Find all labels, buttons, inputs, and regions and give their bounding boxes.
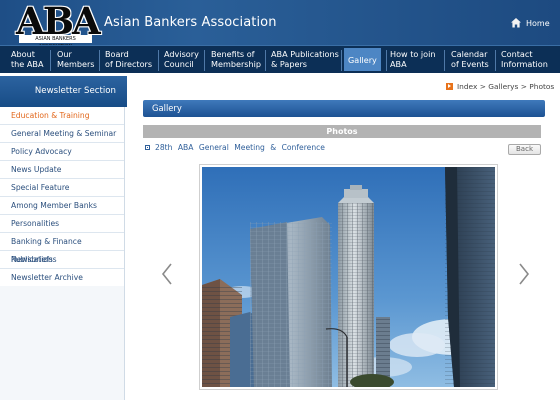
nav-label: the ABA xyxy=(11,59,44,69)
nav-label: Calendar xyxy=(451,49,488,59)
nav-divider xyxy=(386,50,387,71)
nav-item-contact[interactable]: Contact Information xyxy=(501,49,548,69)
sidebar-menu: Education & Training General Meeting & S… xyxy=(0,107,124,287)
nav-label: ABA Publications xyxy=(271,49,339,59)
nav-label: ABA xyxy=(390,59,407,69)
nav-label: Board xyxy=(105,49,129,59)
nav-label: About xyxy=(11,49,35,59)
bullet-icon xyxy=(145,145,150,150)
nav-item-benefits[interactable]: Benefits of Membership xyxy=(211,49,261,69)
nav-divider xyxy=(341,50,342,71)
nav-divider xyxy=(265,50,266,71)
nav-divider xyxy=(50,50,51,71)
sidebar-item-education[interactable]: Education & Training xyxy=(0,107,124,125)
nav-label: Members xyxy=(57,59,95,69)
nav-label: Information xyxy=(501,59,548,69)
nav-item-publications[interactable]: ABA Publications & Papers xyxy=(271,49,339,69)
home-icon xyxy=(511,18,521,28)
nav-label: Our xyxy=(57,49,72,59)
nav-item-gallery[interactable]: Gallery xyxy=(344,48,381,71)
album-link[interactable]: 28th ABA General Meeting & Conference xyxy=(145,143,325,152)
nav-label: & Papers xyxy=(271,59,308,69)
main-nav: About the ABA Our Members Board of Director… xyxy=(0,45,560,73)
nav-label: Benefits of xyxy=(211,49,255,59)
nav-divider xyxy=(99,50,100,71)
back-button[interactable]: Back xyxy=(508,144,541,155)
sidebar-item-news[interactable]: News Update xyxy=(0,161,124,179)
nav-label: Council xyxy=(164,59,194,69)
sidebar-background xyxy=(0,286,124,400)
logo-tagline: ASIAN BANKERS ASSOCIATION xyxy=(19,35,92,50)
breadcrumb: Index > Gallerys > Photos xyxy=(446,80,554,92)
nav-divider xyxy=(444,50,445,71)
site-title: Asian Bankers Association xyxy=(104,15,277,30)
home-label: Home xyxy=(526,18,550,28)
nav-item-about[interactable]: About the ABA xyxy=(11,49,43,69)
photos-title-bar: Photos xyxy=(143,125,541,138)
nav-item-join[interactable]: How to join ABA xyxy=(390,49,436,69)
nav-label: of Directors xyxy=(105,59,153,69)
nav-label: Contact xyxy=(501,49,533,59)
sidebar-item-general-meeting[interactable]: General Meeting & Seminar xyxy=(0,125,124,143)
nav-label: Advisory xyxy=(164,49,199,59)
sidebar-heading: Newsletter Section xyxy=(0,76,127,107)
photo-frame xyxy=(199,164,498,390)
sidebar-item-policy[interactable]: Policy Advocacy xyxy=(0,143,124,161)
chevron-right-icon[interactable] xyxy=(517,262,531,286)
nav-divider xyxy=(204,50,205,71)
nav-label: Gallery xyxy=(348,55,377,65)
home-link[interactable]: Home xyxy=(510,17,550,29)
sidebar-item-archive[interactable]: Newsletter Archive xyxy=(0,269,124,287)
nav-label: How to join xyxy=(390,49,436,59)
sidebar-divider xyxy=(124,107,125,400)
nav-item-advisory[interactable]: Advisory Council xyxy=(164,49,199,69)
breadcrumb-text[interactable]: Index > Gallerys > Photos xyxy=(457,82,554,91)
breadcrumb-arrow-icon xyxy=(446,82,453,90)
nav-label: of Events xyxy=(451,59,489,69)
nav-divider xyxy=(495,50,496,71)
nav-item-members[interactable]: Our Members xyxy=(57,49,95,69)
sidebar-item-member-banks[interactable]: Among Member Banks xyxy=(0,197,124,215)
sidebar-item-personalities[interactable]: Personalities xyxy=(0,215,124,233)
nav-label: Membership xyxy=(211,59,262,69)
site-header: ABA ASIAN BANKERS ASSOCIATION Asian Bank… xyxy=(0,0,560,50)
nav-divider xyxy=(158,50,159,71)
gallery-title-bar: Gallery xyxy=(143,100,545,117)
sidebar-item-newsbriefs[interactable]: Banking & Finance Newsbriefs xyxy=(0,233,124,264)
nav-item-calendar[interactable]: Calendar of Events xyxy=(451,49,489,69)
sidebar-item-publications[interactable]: Publications xyxy=(0,251,124,269)
chevron-left-icon[interactable] xyxy=(160,262,174,286)
album-title: 28th ABA General Meeting & Conference xyxy=(155,143,325,152)
aba-logo[interactable]: ABA ASIAN BANKERS ASSOCIATION xyxy=(16,0,101,50)
sidebar-item-special-feature[interactable]: Special Feature xyxy=(0,179,124,197)
skyscraper-photo[interactable] xyxy=(202,167,495,387)
nav-item-board[interactable]: Board of Directors xyxy=(105,49,152,69)
